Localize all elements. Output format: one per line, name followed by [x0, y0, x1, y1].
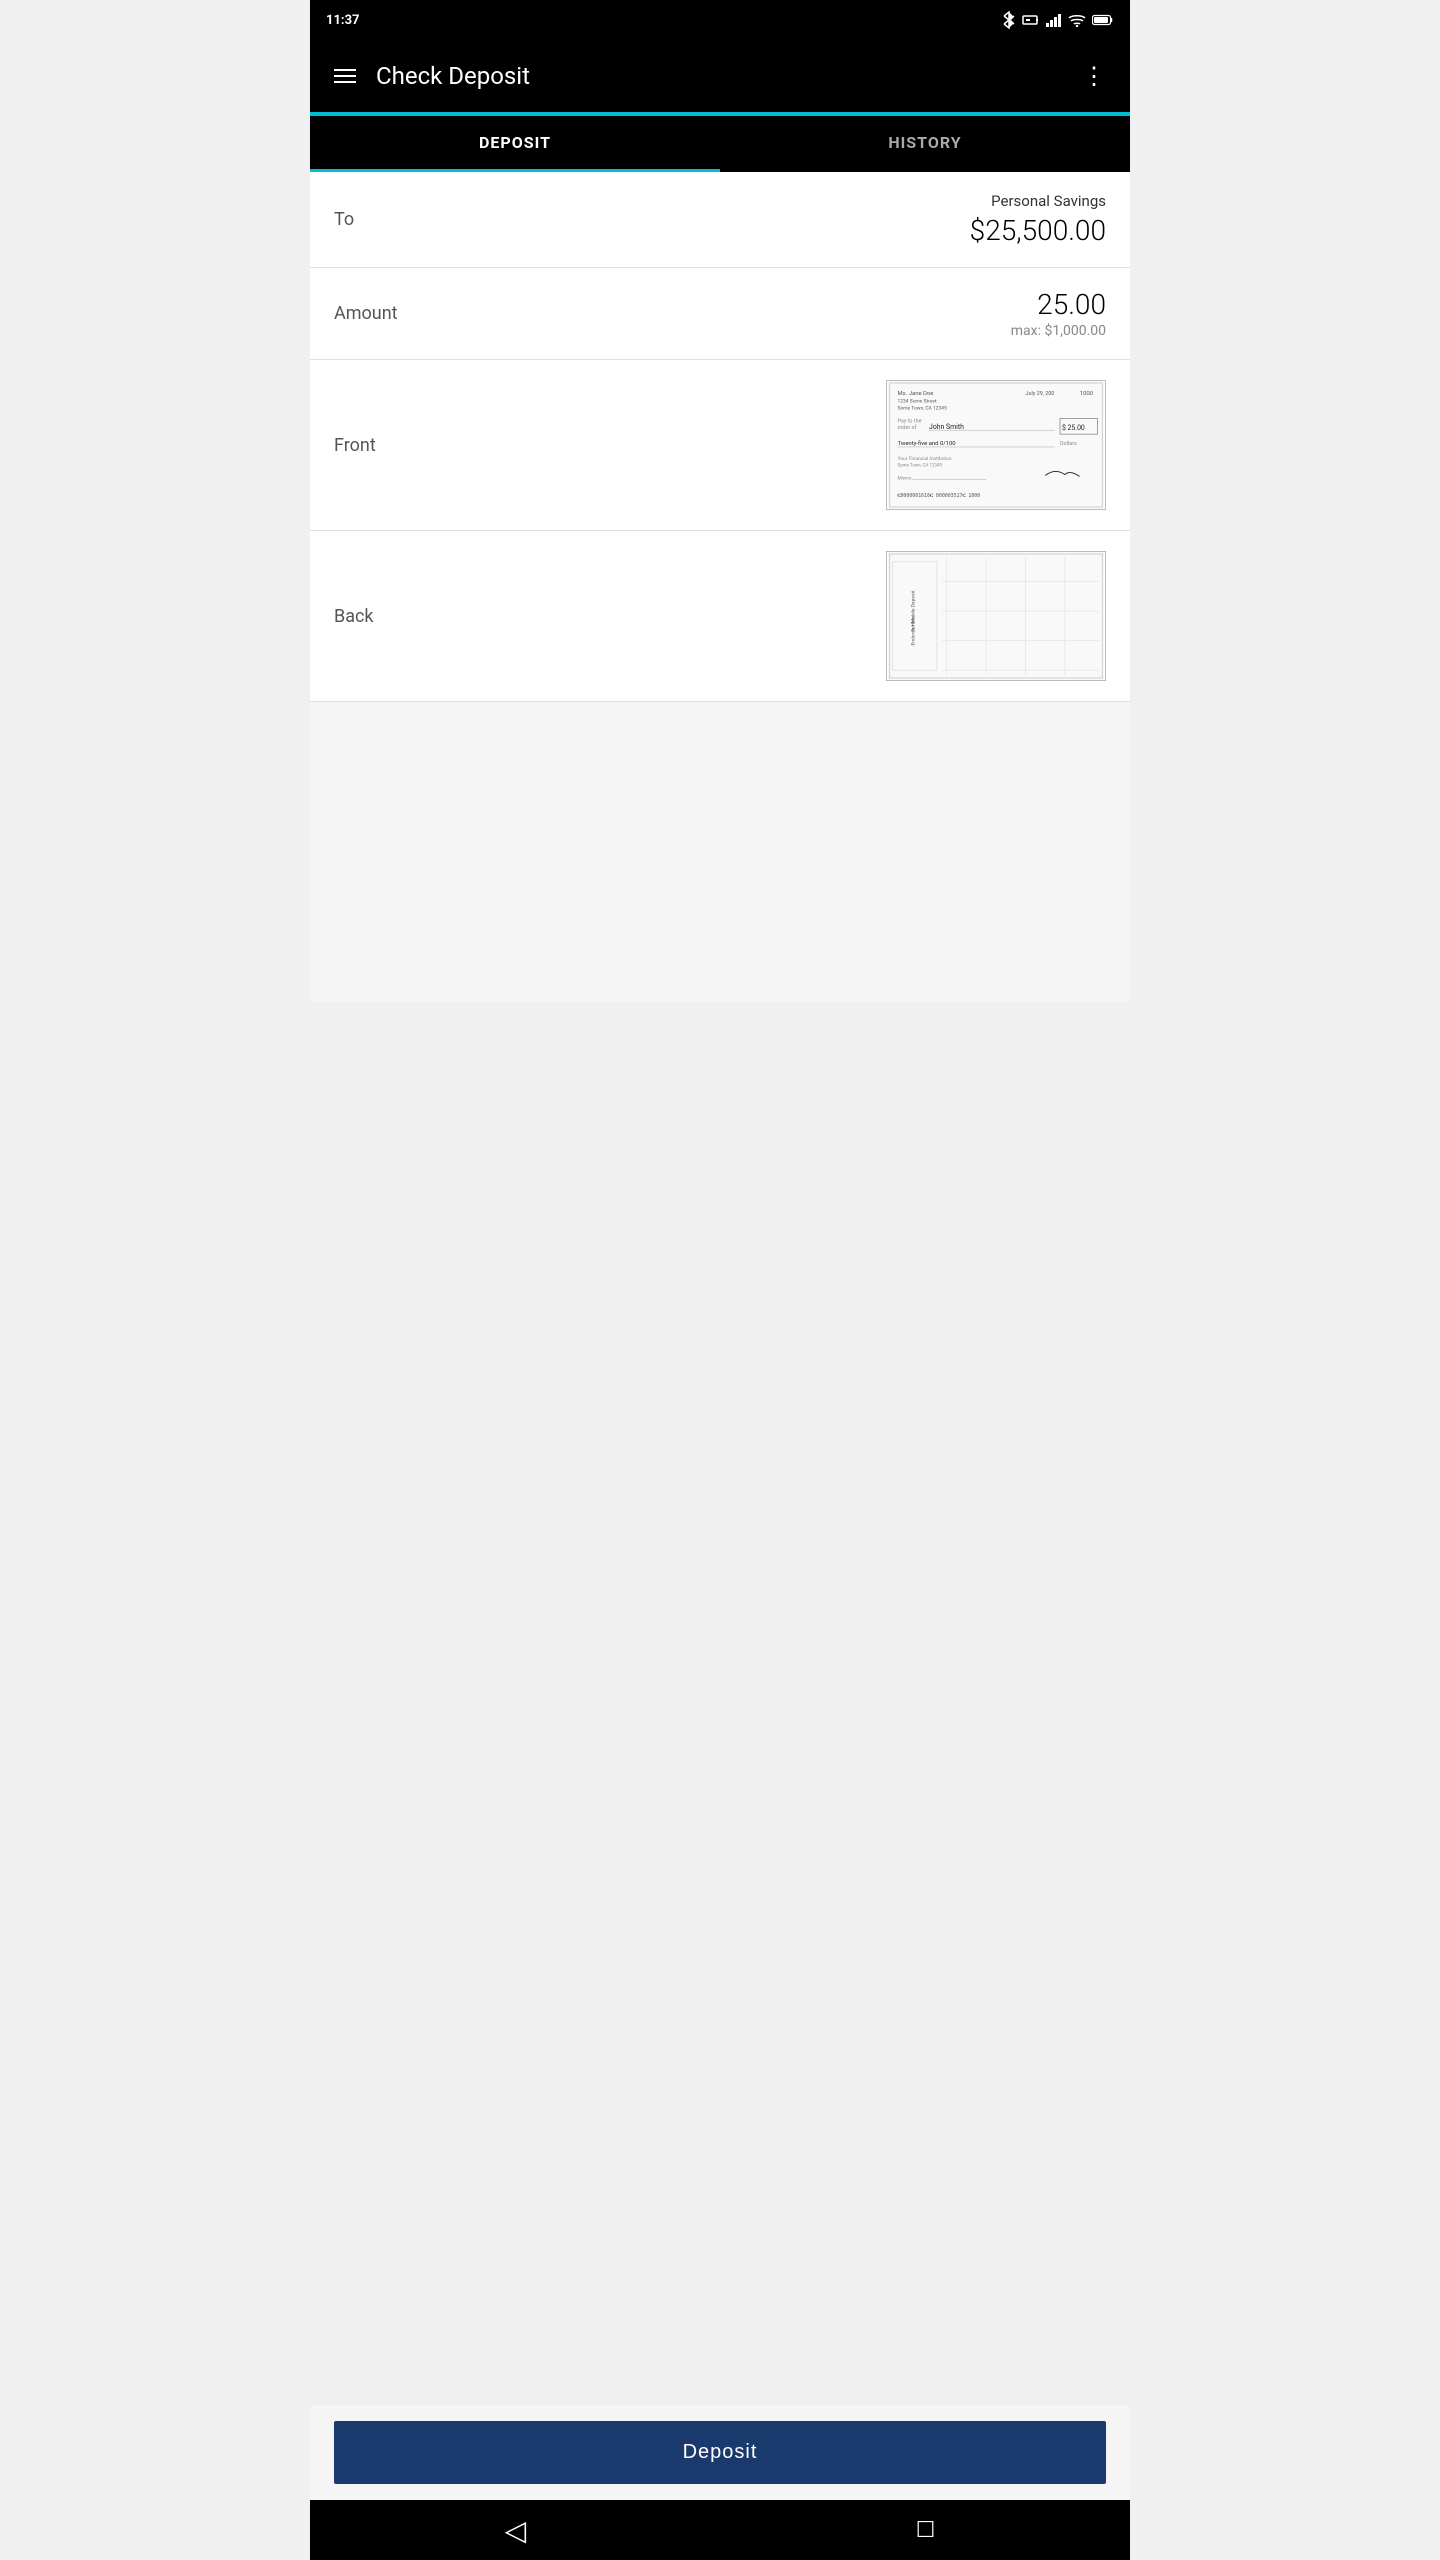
form-content: To Personal Savings $25,500.00 Amount 25…	[310, 172, 1130, 1002]
svg-text:⑆0000001616⑆ 000003527⑆ 1000: ⑆0000001616⑆ 000003527⑆ 1000	[898, 493, 981, 499]
back-row: Back For Mobile Deposit Endorse Here	[310, 531, 1130, 702]
amount-info[interactable]: 25.00 max: $1,000.00	[1011, 288, 1106, 339]
svg-text:1000: 1000	[1080, 391, 1093, 397]
front-label: Front	[334, 435, 376, 456]
front-check-image[interactable]: Ms. Jane Doe 1234 Some Street Some Town,…	[886, 380, 1106, 510]
deposit-button[interactable]: Deposit	[334, 2421, 1106, 2484]
menu-button[interactable]	[326, 61, 364, 91]
app-bar: Check Deposit ⋮	[310, 40, 1130, 112]
svg-text:Some Town, CA 12345: Some Town, CA 12345	[898, 463, 943, 469]
bluetooth-icon	[1002, 11, 1016, 29]
svg-text:Pay to the: Pay to the	[898, 418, 922, 424]
back-nav-button[interactable]: ◁	[497, 2506, 535, 2555]
to-row: To Personal Savings $25,500.00	[310, 172, 1130, 268]
svg-text:order of: order of	[898, 424, 917, 431]
battery-minus-icon	[1022, 14, 1040, 26]
tab-bar: DEPOSIT HISTORY	[310, 116, 1130, 172]
battery-icon	[1092, 14, 1114, 26]
svg-text:July 29, 200: July 29, 200	[1026, 391, 1055, 397]
account-name: Personal Savings	[970, 192, 1106, 210]
to-label: To	[334, 209, 354, 230]
status-time: 11:37	[326, 13, 360, 28]
svg-text:1234 Some Street: 1234 Some Street	[898, 399, 937, 405]
app-title: Check Deposit	[376, 62, 1074, 90]
status-bar: 11:37	[310, 0, 1130, 40]
account-info[interactable]: Personal Savings $25,500.00	[970, 192, 1106, 247]
check-front-svg: Ms. Jane Doe 1234 Some Street Some Town,…	[887, 381, 1105, 509]
svg-text:Endorse Here: Endorse Here	[910, 616, 916, 646]
account-balance: $25,500.00	[970, 214, 1106, 247]
square-nav-button[interactable]: ☐	[908, 2509, 944, 2551]
svg-text:Your Financial Institution: Your Financial Institution	[898, 456, 952, 462]
more-icon: ⋮	[1082, 62, 1106, 91]
svg-text:Memo: Memo	[898, 475, 912, 481]
svg-text:Some Town, CA 12345: Some Town, CA 12345	[898, 406, 947, 412]
svg-text:Dollars: Dollars	[1060, 441, 1077, 447]
svg-text:$ 25.00: $ 25.00	[1062, 424, 1085, 432]
back-nav-icon: ◁	[505, 2514, 527, 2547]
check-back-svg: For Mobile Deposit Endorse Here	[887, 552, 1105, 680]
hamburger-icon	[334, 69, 356, 83]
amount-value: 25.00	[1011, 288, 1106, 321]
tab-deposit[interactable]: DEPOSIT	[310, 116, 720, 172]
amount-row: Amount 25.00 max: $1,000.00	[310, 268, 1130, 360]
content-spacer	[310, 702, 1130, 1002]
wifi-icon	[1068, 13, 1086, 27]
svg-text:Twenty-five and 0/100: Twenty-five and 0/100	[898, 440, 956, 447]
back-check-image[interactable]: For Mobile Deposit Endorse Here	[886, 551, 1106, 681]
status-right	[1002, 11, 1114, 29]
square-nav-icon: ☐	[916, 2517, 936, 2543]
amount-max: max: $1,000.00	[1011, 323, 1106, 339]
tab-history[interactable]: HISTORY	[720, 116, 1130, 172]
amount-label: Amount	[334, 303, 398, 324]
signal-icon	[1046, 13, 1062, 27]
front-row: Front Ms. Jane Doe 1234 Some Street Some…	[310, 360, 1130, 531]
svg-text:Ms. Jane Doe: Ms. Jane Doe	[898, 391, 934, 397]
bottom-bar: Deposit	[310, 2405, 1130, 2500]
status-left: 11:37	[326, 13, 360, 28]
nav-bar: ◁ ☐	[310, 2500, 1130, 2560]
back-label: Back	[334, 606, 374, 627]
more-options-button[interactable]: ⋮	[1074, 54, 1114, 99]
